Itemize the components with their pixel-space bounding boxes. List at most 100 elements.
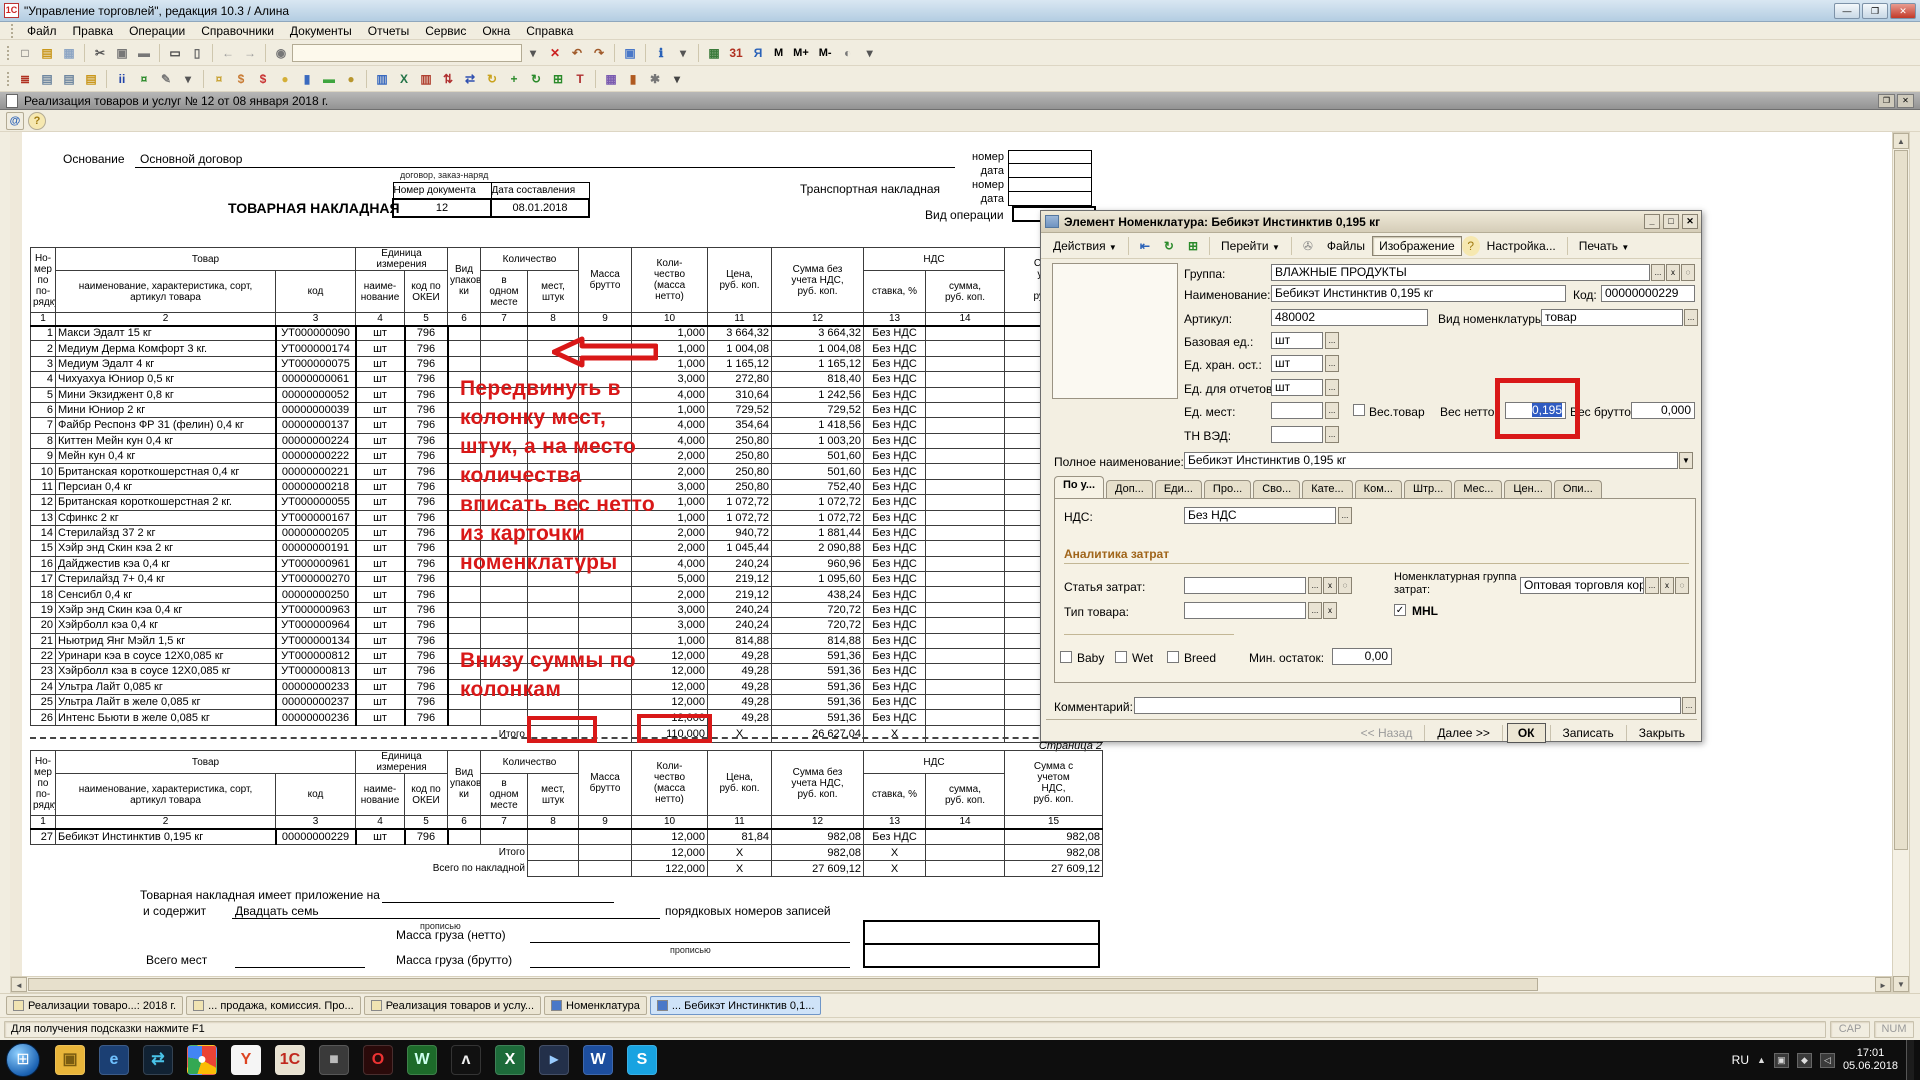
- redo-icon[interactable]: →: [240, 43, 260, 63]
- new-document-icon[interactable]: □: [15, 43, 35, 63]
- more-caret-icon[interactable]: ▾: [667, 69, 687, 89]
- customer-money-icon[interactable]: ¤: [209, 69, 229, 89]
- report-t-icon[interactable]: Т: [570, 69, 590, 89]
- cost-item-clear-button[interactable]: x: [1323, 577, 1337, 594]
- show-desktop-button[interactable]: [1906, 1040, 1914, 1080]
- zoom-tool-icon[interactable]: ◐: [838, 43, 858, 63]
- sync-arrows-icon[interactable]: ⇄: [143, 1045, 173, 1075]
- item-group-field[interactable]: Оптовая торговля корм: [1520, 577, 1644, 594]
- dialog-tab-8[interactable]: Штр...: [1404, 480, 1452, 500]
- close-button[interactable]: ✕: [1890, 3, 1916, 19]
- settings-icon[interactable]: ✱: [645, 69, 665, 89]
- volume-tray-icon[interactable]: ◁: [1820, 1053, 1835, 1068]
- menu-справка[interactable]: Справка: [519, 23, 580, 39]
- info-icon[interactable]: ℹ: [651, 43, 671, 63]
- table-plus-icon[interactable]: ⊞: [548, 69, 568, 89]
- actions-menu-button[interactable]: Действия ▼: [1046, 236, 1124, 256]
- group-search-button[interactable]: ◌: [1681, 264, 1695, 281]
- mail-icon[interactable]: @: [6, 112, 24, 130]
- store-unit-ellipsis-button[interactable]: ...: [1325, 355, 1339, 372]
- retail-sale-icon[interactable]: $: [253, 69, 273, 89]
- webmoney-icon[interactable]: W: [407, 1045, 437, 1075]
- journal-icon[interactable]: ≣: [15, 69, 35, 89]
- dialog-maximize-button[interactable]: □: [1663, 214, 1679, 229]
- mdi-restore-button[interactable]: ❐: [1878, 94, 1895, 108]
- scale-button-m+[interactable]: M+: [788, 45, 814, 61]
- invoice-in-icon[interactable]: ▥: [416, 69, 436, 89]
- reread-icon[interactable]: ⇤: [1133, 236, 1157, 256]
- dialog-button-3[interactable]: ОК: [1507, 723, 1546, 743]
- menu-отчеты[interactable]: Отчеты: [361, 23, 416, 39]
- find-prev-icon[interactable]: ↷: [589, 43, 609, 63]
- find-next-icon[interactable]: ↶: [567, 43, 587, 63]
- coins-pair-icon[interactable]: ●: [341, 69, 361, 89]
- invoice-out-icon[interactable]: ▥: [372, 69, 392, 89]
- language-indicator[interactable]: RU: [1732, 1053, 1749, 1067]
- chrome-icon[interactable]: ●: [187, 1045, 217, 1075]
- dialog-button-1[interactable]: << Назад: [1353, 723, 1421, 743]
- settings-button[interactable]: Настройка...: [1480, 236, 1563, 256]
- item-group-clear-button[interactable]: x: [1660, 577, 1674, 594]
- product-type-ellipsis-button[interactable]: ...: [1308, 602, 1322, 619]
- transfer-icon[interactable]: ⇄: [460, 69, 480, 89]
- price-calc-icon[interactable]: ✎: [156, 69, 176, 89]
- full-name-dropdown-button[interactable]: ▼: [1679, 452, 1693, 469]
- print-form-icon[interactable]: ▤: [37, 69, 57, 89]
- print-form3-icon[interactable]: ▤: [81, 69, 101, 89]
- dialog-tab-9[interactable]: Мес...: [1454, 480, 1502, 500]
- table-row[interactable]: 20Хэйрболл кэа 0,4 кг УТ000000964шт 796 …: [31, 618, 1103, 633]
- dialog-minimize-button[interactable]: _: [1644, 214, 1660, 229]
- scroll-up-arrow[interactable]: ▲: [1893, 133, 1909, 149]
- minimize-button[interactable]: —: [1834, 3, 1860, 19]
- excel-icon[interactable]: X: [495, 1045, 525, 1075]
- table-row[interactable]: 19Хэйр энд Скин кэа 0,4 кг УТ000000963шт…: [31, 602, 1103, 617]
- vat-ellipsis-button[interactable]: ...: [1338, 507, 1352, 524]
- window-tab-2[interactable]: ... продажа, комиссия. Про...: [186, 996, 361, 1015]
- place-unit-ellipsis-button[interactable]: ...: [1325, 402, 1339, 419]
- image-button[interactable]: Изображение: [1372, 236, 1462, 256]
- folder-icon[interactable]: ▣: [55, 1045, 85, 1075]
- payment-icon[interactable]: ▬: [319, 69, 339, 89]
- scale-button-m[interactable]: M: [769, 45, 788, 61]
- wet-checkbox[interactable]: [1115, 651, 1127, 663]
- dialog-tab-1[interactable]: По у...: [1054, 476, 1104, 498]
- onec-icon[interactable]: 1С: [275, 1045, 305, 1075]
- dialog-tab-5[interactable]: Сво...: [1253, 480, 1300, 500]
- antivirus-tray-icon[interactable]: ◆: [1797, 1053, 1812, 1068]
- dialog-button-5[interactable]: Закрыть: [1631, 723, 1693, 743]
- print-menu-button[interactable]: Печать ▼: [1572, 236, 1637, 256]
- ie-icon[interactable]: e: [99, 1045, 129, 1075]
- display-tray-icon[interactable]: ▣: [1774, 1053, 1789, 1068]
- find-clear-icon[interactable]: ✕: [545, 43, 565, 63]
- report-unit-field[interactable]: шт: [1271, 379, 1323, 396]
- article-field[interactable]: 480002: [1271, 309, 1428, 326]
- cost-item-search-button[interactable]: ◌: [1338, 577, 1352, 594]
- files-button[interactable]: Файлы: [1320, 236, 1372, 256]
- sales-chart-icon[interactable]: ▮: [297, 69, 317, 89]
- chart-icon[interactable]: ▮: [623, 69, 643, 89]
- scroll-thumb[interactable]: [28, 978, 1538, 991]
- scale-button-m-[interactable]: M-: [814, 45, 837, 61]
- cost-item-field[interactable]: [1184, 577, 1306, 594]
- yandex-browser-icon[interactable]: Y: [231, 1045, 261, 1075]
- spreadsheet-icon[interactable]: ▦: [704, 43, 724, 63]
- group-field[interactable]: ВЛАЖНЫЕ ПРОДУКТЫ: [1271, 264, 1650, 281]
- word-icon[interactable]: W: [583, 1045, 613, 1075]
- dialog-button-2[interactable]: Далее >>: [1429, 723, 1498, 743]
- comment-field[interactable]: [1134, 697, 1681, 714]
- vertical-scrollbar[interactable]: ▲ ▼: [1892, 132, 1910, 993]
- comment-ellipsis-button[interactable]: ...: [1682, 697, 1696, 714]
- info-caret-icon[interactable]: ▾: [673, 43, 693, 63]
- base-unit-ellipsis-button[interactable]: ...: [1325, 332, 1339, 349]
- group-clear-button[interactable]: x: [1666, 264, 1680, 281]
- copy-window-icon[interactable]: ▣: [620, 43, 640, 63]
- menu-документы[interactable]: Документы: [283, 23, 359, 39]
- attach-icon[interactable]: ✇: [1296, 236, 1320, 256]
- menu-окна[interactable]: Окна: [475, 23, 517, 39]
- console-icon[interactable]: ▸: [539, 1045, 569, 1075]
- mdi-close-button[interactable]: ✕: [1897, 94, 1914, 108]
- product-type-field[interactable]: [1184, 602, 1306, 619]
- dialog-button-4[interactable]: Записать: [1555, 723, 1622, 743]
- quick-search-input[interactable]: [292, 44, 522, 62]
- menu-правка[interactable]: Правка: [66, 23, 121, 39]
